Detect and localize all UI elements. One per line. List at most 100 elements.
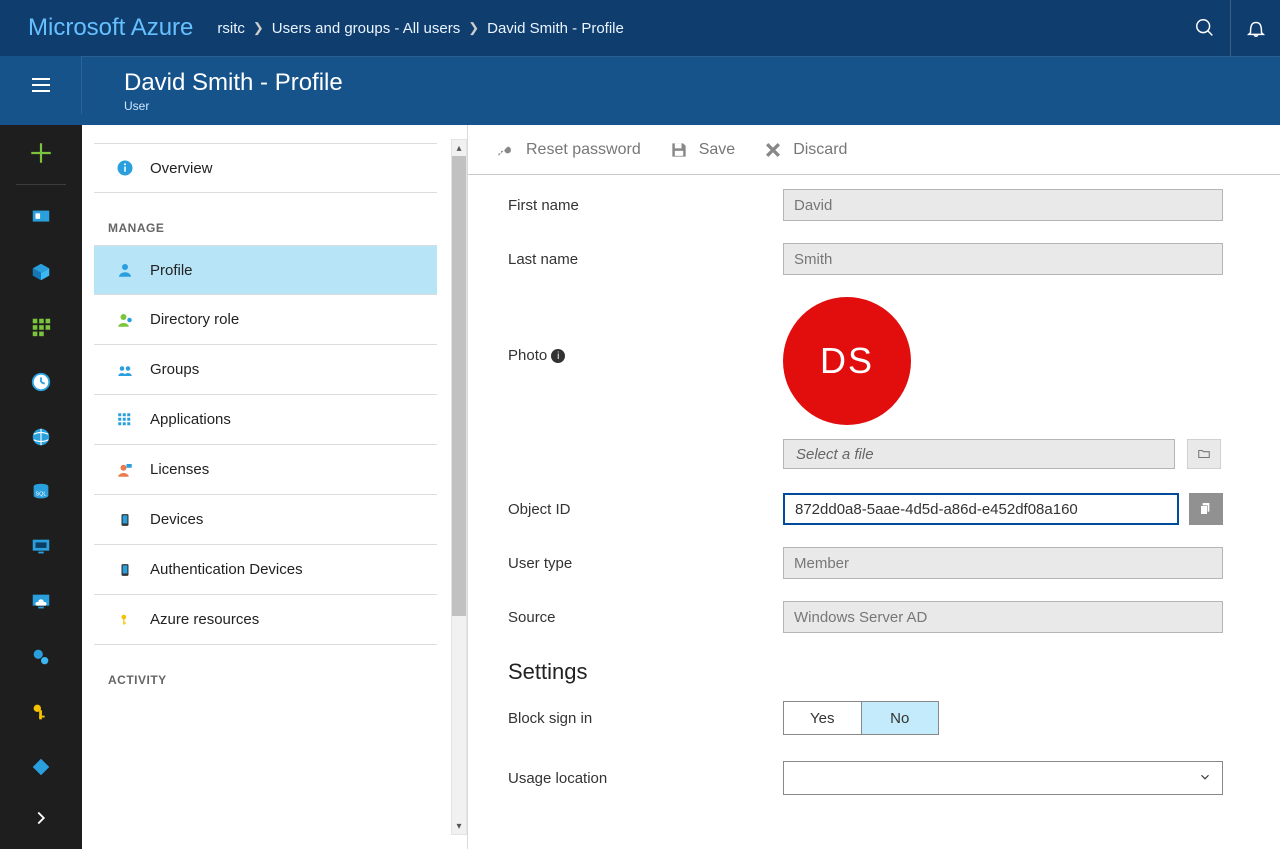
rail-recent[interactable]	[0, 354, 82, 409]
nav-overview-label: Overview	[150, 160, 213, 177]
info-icon[interactable]: i	[551, 349, 565, 363]
key-icon	[116, 611, 134, 629]
cube-icon	[30, 261, 52, 283]
aad-icon	[30, 756, 52, 778]
grid-icon	[30, 316, 52, 338]
nav-label: Applications	[150, 411, 231, 428]
user-type-field[interactable]	[783, 547, 1223, 579]
rail-subscriptions[interactable]	[0, 629, 82, 684]
rail-all-resources[interactable]	[0, 299, 82, 354]
rail-sql[interactable]: SQL	[0, 464, 82, 519]
nav-label: Directory role	[150, 311, 239, 328]
scroll-down-icon[interactable]: ▾	[452, 818, 466, 834]
nav-label: Authentication Devices	[150, 561, 303, 578]
apps-icon	[116, 411, 134, 429]
toolbar-label: Save	[699, 141, 735, 159]
object-id-label: Object ID	[508, 501, 783, 518]
browse-button[interactable]	[1187, 439, 1221, 469]
rail-expand[interactable]	[0, 794, 82, 849]
first-name-field[interactable]	[783, 189, 1223, 221]
breadcrumb-leaf[interactable]: David Smith - Profile	[487, 20, 624, 37]
save-icon	[669, 140, 689, 160]
nav-auth-devices[interactable]: Authentication Devices	[94, 545, 437, 595]
block-signin-toggle[interactable]: Yes No	[783, 701, 939, 735]
topbar-actions	[1180, 0, 1280, 56]
nav-directory-role[interactable]: Directory role	[94, 295, 437, 345]
nav-section-activity: ACTIVITY	[94, 645, 437, 697]
search-icon	[1194, 17, 1216, 39]
device-icon	[116, 561, 134, 579]
rail-cloud-services[interactable]	[0, 574, 82, 629]
source-field[interactable]	[783, 601, 1223, 633]
content-panel: Reset password Save Discard First name L…	[468, 125, 1280, 849]
rail-aad[interactable]	[0, 739, 82, 794]
user-type-label: User type	[508, 555, 783, 572]
chevron-right-icon	[30, 807, 52, 829]
usage-location-select[interactable]	[783, 761, 1223, 795]
last-name-field[interactable]	[783, 243, 1223, 275]
toggle-yes[interactable]: Yes	[784, 702, 861, 734]
avatar: DS	[783, 297, 911, 425]
scroll-thumb[interactable]	[452, 156, 466, 616]
nav-label: Azure resources	[150, 611, 259, 628]
rail-app-services[interactable]	[0, 409, 82, 464]
hamburger-icon	[29, 73, 53, 97]
source-label: Source	[508, 609, 783, 626]
nav-azure-resources[interactable]: Azure resources	[94, 595, 437, 645]
discard-button[interactable]: Discard	[763, 140, 847, 160]
toolbar-label: Discard	[793, 141, 847, 159]
rail-key[interactable]	[0, 684, 82, 739]
monitor-cloud-icon	[30, 591, 52, 613]
breadcrumb-root[interactable]: rsitc	[217, 20, 245, 37]
photo-file-input[interactable]	[783, 439, 1175, 469]
sub-header: David Smith - Profile User	[0, 56, 1280, 125]
toolbar-label: Reset password	[526, 141, 641, 159]
plus-icon	[28, 140, 54, 166]
sidebar-scrollbar[interactable]: ▴ ▾	[451, 139, 467, 835]
nav-groups[interactable]: Groups	[94, 345, 437, 395]
notifications-button[interactable]	[1230, 0, 1280, 56]
breadcrumb: rsitc ❯ Users and groups - All users ❯ D…	[217, 20, 1180, 37]
breadcrumb-mid[interactable]: Users and groups - All users	[272, 20, 460, 37]
nav-profile[interactable]: Profile	[94, 245, 437, 295]
reset-password-button[interactable]: Reset password	[496, 140, 641, 160]
chevron-right-icon: ❯	[253, 20, 264, 36]
close-icon	[763, 140, 783, 160]
menu-toggle[interactable]	[0, 56, 82, 114]
profile-form: First name Last name Photoi DS	[468, 175, 1280, 849]
key-icon	[496, 140, 516, 160]
rail-new[interactable]	[0, 125, 82, 180]
nav-devices[interactable]: Devices	[94, 495, 437, 545]
search-button[interactable]	[1180, 0, 1230, 56]
rail-dashboard[interactable]	[0, 189, 82, 244]
rail-vm[interactable]	[0, 519, 82, 574]
person-icon	[116, 261, 134, 279]
save-button[interactable]: Save	[669, 140, 735, 160]
license-icon	[116, 461, 134, 479]
person-role-icon	[116, 311, 134, 329]
nav-licenses[interactable]: Licenses	[94, 445, 437, 495]
copy-button[interactable]	[1189, 493, 1223, 525]
page-title: David Smith - Profile	[124, 69, 1280, 97]
top-bar: Microsoft Azure rsitc ❯ Users and groups…	[0, 0, 1280, 56]
nav-applications[interactable]: Applications	[94, 395, 437, 445]
nav-overview[interactable]: Overview	[94, 143, 437, 193]
divider	[16, 184, 65, 185]
svg-text:SQL: SQL	[35, 491, 46, 497]
info-icon	[116, 159, 134, 177]
nav-label: Licenses	[150, 461, 209, 478]
block-signin-label: Block sign in	[508, 710, 783, 727]
sidebar: Overview MANAGE Profile Directory role G…	[82, 125, 468, 849]
settings-heading: Settings	[508, 659, 1232, 685]
gears-icon	[30, 646, 52, 668]
clock-icon	[30, 371, 52, 393]
dashboard-icon	[30, 206, 52, 228]
left-rail: SQL	[0, 125, 82, 849]
scroll-up-icon[interactable]: ▴	[452, 140, 466, 156]
toggle-no[interactable]: No	[861, 702, 939, 734]
brand-logo[interactable]: Microsoft Azure	[0, 14, 217, 42]
nav-label: Devices	[150, 511, 203, 528]
rail-resource-groups[interactable]	[0, 244, 82, 299]
object-id-field[interactable]	[783, 493, 1179, 525]
monitor-icon	[30, 536, 52, 558]
